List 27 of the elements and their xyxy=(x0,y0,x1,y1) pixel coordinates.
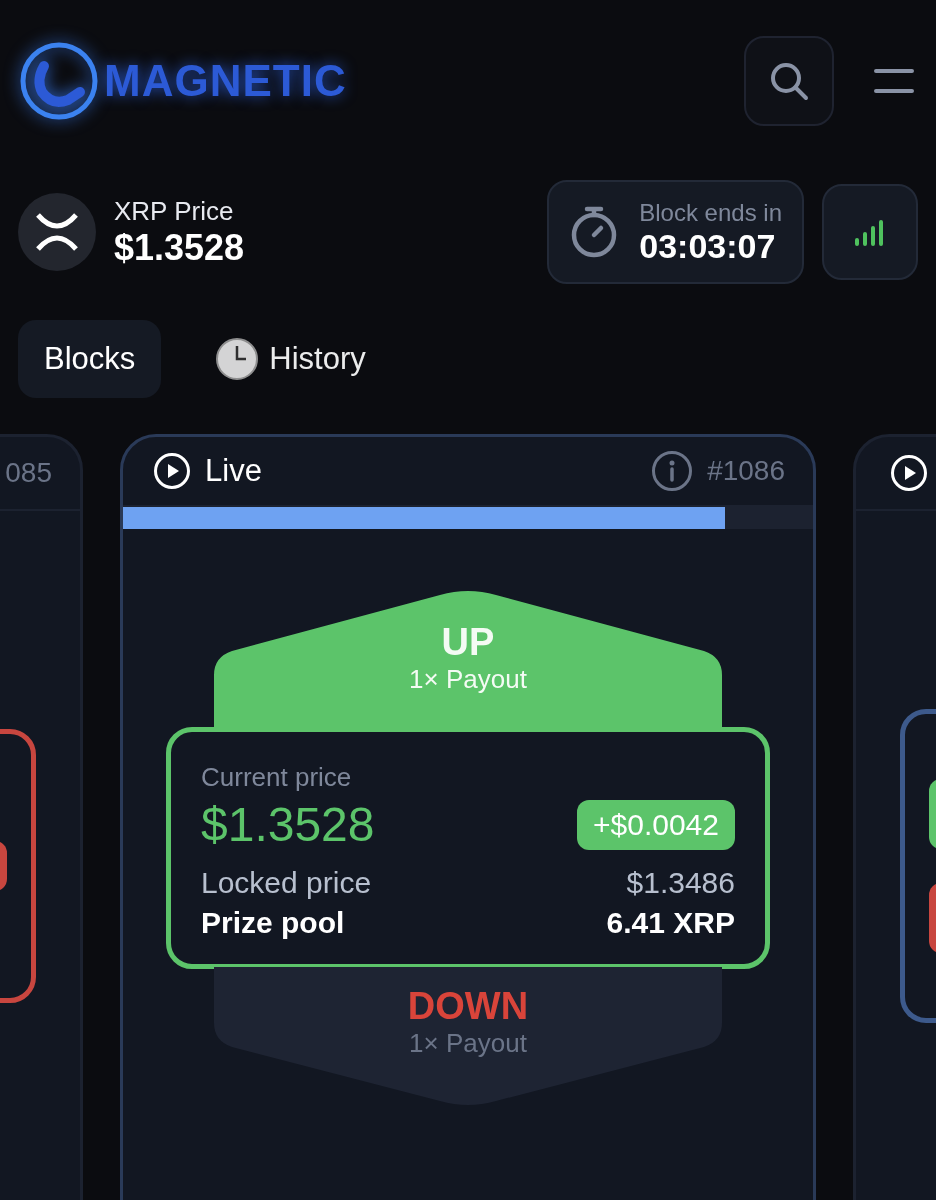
down-button[interactable]: DOWN 1× Payout xyxy=(214,967,722,1105)
logo-text: MAGNETIC xyxy=(104,56,347,106)
chart-button[interactable] xyxy=(822,184,918,280)
play-icon xyxy=(153,452,191,490)
status-label: Live xyxy=(205,453,262,489)
current-price-value: $1.3528 xyxy=(201,797,375,852)
current-price-label: Current price xyxy=(201,762,353,793)
xrp-coin-icon xyxy=(18,193,96,271)
block-number: 085 xyxy=(5,457,52,489)
prize-pool-label: Prize pool xyxy=(201,906,345,940)
block-number: #1086 xyxy=(707,455,785,487)
price-value: $1.3528 xyxy=(114,226,245,269)
tab[interactable]: History xyxy=(189,320,392,398)
tab[interactable]: Blocks xyxy=(18,320,162,398)
prize-pool-value: 6.41 XRP xyxy=(606,906,735,940)
info-icon[interactable] xyxy=(651,450,694,492)
locked-price-value: $1.3486 xyxy=(626,866,735,900)
play-icon xyxy=(890,454,928,492)
locked-price-label: Locked price xyxy=(201,866,372,900)
timer-value: 03:03:07 xyxy=(639,226,777,266)
search-button[interactable] xyxy=(744,36,834,126)
price-label: XRP Price xyxy=(114,195,235,227)
menu-icon xyxy=(874,68,914,94)
change-badge: +$0.0042 xyxy=(577,799,735,850)
timer-label: Block ends in xyxy=(639,198,782,227)
menu-button[interactable] xyxy=(874,68,914,94)
clock-icon xyxy=(215,337,260,381)
